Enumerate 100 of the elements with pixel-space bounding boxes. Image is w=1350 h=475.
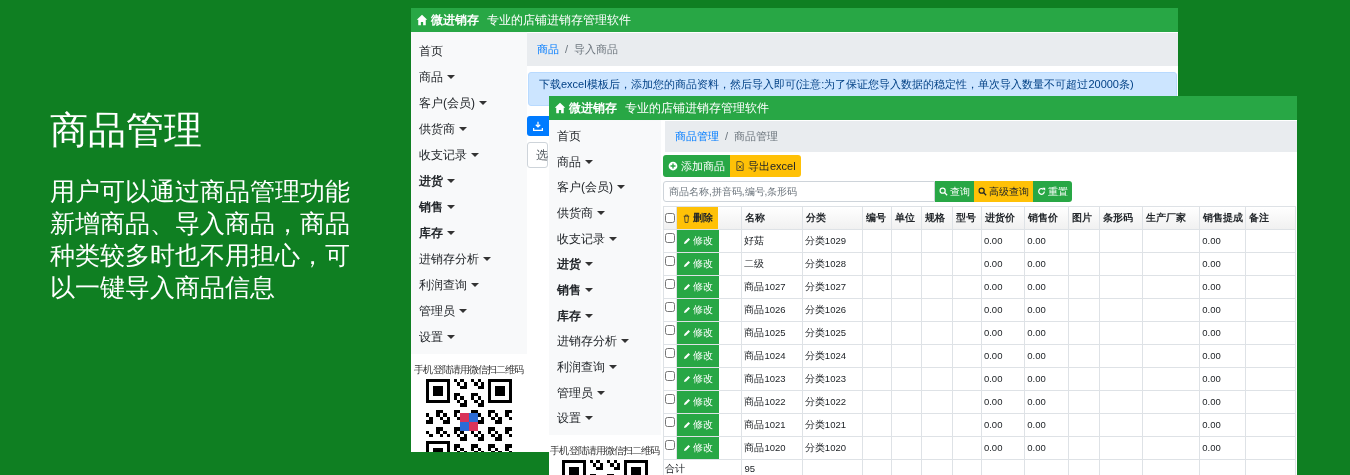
table-cell: 0.00	[983, 349, 1003, 361]
row-checkbox[interactable]	[665, 325, 676, 335]
pencil-icon	[683, 421, 692, 429]
column-header: 备注	[1248, 211, 1269, 223]
sidebar-item[interactable]: 商品	[557, 152, 581, 171]
sidebar-item[interactable]: 管理员	[419, 302, 455, 320]
sidebar-item[interactable]: 供货商	[557, 203, 593, 222]
table-cell: 0.00	[1027, 372, 1046, 384]
column-header: 分类	[805, 211, 826, 223]
column-header: 生产厂家	[1145, 211, 1186, 223]
caret-icon	[447, 75, 455, 79]
breadcrumb-link[interactable]: 商品管理	[675, 128, 719, 145]
pencil-icon	[683, 329, 692, 337]
sidebar-item[interactable]: 设置	[557, 409, 581, 428]
file-icon	[735, 161, 745, 171]
sidebar-item[interactable]: 利润查询	[557, 358, 605, 377]
table-cell: 0.00	[1027, 441, 1046, 453]
app-subtitle: 专业的店铺进销存管理软件	[625, 100, 769, 117]
sidebar-item[interactable]: 收支记录	[557, 229, 605, 248]
pencil-icon	[683, 375, 692, 383]
table-cell: 分类1024	[804, 349, 846, 361]
sidebar-item[interactable]: 商品	[419, 68, 443, 86]
table-cell: 0.00	[1202, 326, 1221, 338]
advanced-search-button[interactable]: 高级查询	[974, 181, 1033, 202]
sidebar-item[interactable]: 客户(会员)	[419, 94, 475, 112]
row-checkbox[interactable]	[665, 348, 676, 358]
table-cell: 0.00	[1202, 303, 1221, 315]
table-cell: 0.00	[983, 234, 1003, 246]
sidebar-item[interactable]: 管理员	[557, 383, 593, 402]
table-cell: 商品1022	[744, 395, 786, 407]
sidebar-item[interactable]: 库存	[419, 224, 443, 242]
table-cell: 0.00	[1027, 257, 1046, 269]
table-cell: 0.00	[983, 418, 1003, 430]
select-all-checkbox[interactable]	[665, 213, 676, 223]
caret-icon	[617, 185, 625, 190]
caret-icon	[471, 153, 479, 157]
row-checkbox[interactable]	[665, 440, 676, 450]
table-cell: 0.00	[1202, 395, 1221, 407]
export-button[interactable]: 导出excel	[730, 155, 801, 177]
table-cell: 商品1023	[744, 372, 786, 384]
table-cell: 0.00	[983, 441, 1003, 453]
sidebar-item[interactable]: 首页	[419, 42, 443, 60]
app-brand: 微进销存	[431, 12, 479, 29]
table-cell: 分类1020	[804, 441, 846, 453]
sidebar-item[interactable]: 设置	[419, 328, 443, 346]
sidebar-item[interactable]: 销售	[557, 280, 581, 299]
table-cell: 0.00	[1027, 418, 1046, 430]
sidebar-item[interactable]: 客户(会员)	[557, 178, 613, 197]
row-checkbox[interactable]	[665, 302, 676, 312]
row-checkbox[interactable]	[665, 394, 676, 404]
caret-icon	[585, 159, 593, 164]
pencil-icon	[683, 352, 692, 360]
sidebar-item[interactable]: 首页	[557, 126, 581, 145]
caret-icon	[447, 231, 455, 235]
sidebar-item[interactable]: 供货商	[419, 120, 455, 138]
caret-icon	[483, 257, 491, 261]
row-checkbox[interactable]	[665, 256, 676, 266]
column-header: 条形码	[1102, 211, 1133, 223]
caret-icon	[585, 313, 593, 318]
sidebar-item[interactable]: 利润查询	[419, 276, 467, 294]
breadcrumb-link[interactable]: 商品	[537, 41, 559, 58]
pencil-icon	[683, 444, 692, 452]
sidebar-item[interactable]: 进销存分析	[419, 250, 479, 268]
sidebar-item[interactable]: 进货	[419, 172, 443, 190]
row-checkbox[interactable]	[665, 371, 676, 381]
import-button[interactable]	[527, 116, 549, 136]
caret-icon	[597, 390, 605, 395]
table-cell: 分类1025	[804, 326, 846, 338]
table-cell: 商品1027	[744, 280, 786, 292]
table-cell: 0.00	[1202, 280, 1221, 292]
table-cell: 分类1023	[804, 372, 846, 384]
table-cell: 0.00	[1202, 418, 1221, 430]
row-checkbox[interactable]	[665, 233, 676, 243]
plus-circle-icon	[668, 161, 678, 171]
sidebar-item[interactable]: 销售	[419, 198, 443, 216]
column-header: 编号	[866, 211, 887, 223]
row-checkbox[interactable]	[665, 417, 676, 427]
sidebar-item[interactable]: 进货	[557, 255, 581, 274]
search-icon	[939, 187, 948, 196]
sidebar-item[interactable]: 进销存分析	[557, 332, 617, 351]
notice-text: 下载excel模板后，添加您的商品资料，然后导入即可(注意:为了保证您导入数据的稳定性，单次导入数量不可超过20000条)	[539, 78, 1134, 90]
search-field[interactable]: 商品名称,拼音码,编号,条形码	[663, 181, 935, 202]
table-cell: 分类1027	[804, 280, 846, 292]
table-cell: 商品1021	[744, 418, 786, 430]
home-icon	[554, 102, 566, 114]
sidebar-item[interactable]: 收支记录	[419, 146, 467, 164]
table-cell: 0.00	[983, 395, 1003, 407]
table-cell: 分类1029	[804, 234, 846, 246]
select-field[interactable]: 选	[527, 142, 548, 168]
row-checkbox[interactable]	[665, 279, 676, 289]
table-cell: 商品1025	[744, 326, 786, 338]
caret-icon	[459, 309, 467, 313]
delete-button[interactable]: 删除	[677, 207, 719, 229]
table-cell: 0.00	[1027, 395, 1046, 407]
table-cell: 0.00	[983, 326, 1003, 338]
table-cell: 0.00	[1027, 303, 1046, 315]
qr-caption: 手机登陆请用微信扫二维码	[550, 444, 660, 459]
caret-icon	[609, 236, 617, 241]
caret-icon	[479, 101, 487, 105]
sidebar-item[interactable]: 库存	[557, 306, 581, 325]
